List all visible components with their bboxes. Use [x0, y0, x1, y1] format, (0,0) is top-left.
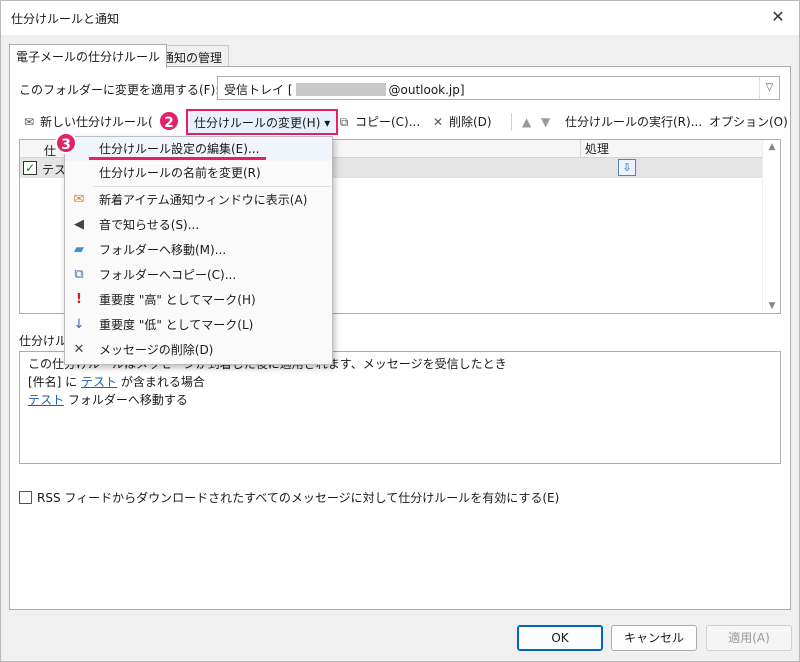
- delete-icon: ✕: [432, 115, 444, 129]
- description-line-3: テスト フォルダーへ移動する: [28, 393, 188, 407]
- rss-checkbox-label: RSS フィードからダウンロードされたすべてのメッセージに対して仕分けルールを有…: [37, 491, 560, 505]
- tab-email-rules[interactable]: 電子メールの仕分けルール: [9, 44, 168, 68]
- menu-item-delete-message[interactable]: ✕ メッセージの削除(D): [65, 338, 332, 362]
- rule-description-label: 仕分けル: [19, 334, 68, 348]
- close-icon[interactable]: ✕: [767, 6, 789, 28]
- copy-folder-icon: ⧉: [74, 267, 84, 282]
- target-folder-link[interactable]: テスト: [28, 393, 64, 407]
- step-badge-3: 3: [55, 132, 77, 154]
- ok-button[interactable]: OK: [517, 625, 603, 651]
- menu-item-play-sound[interactable]: ◀ 音で知らせる(S)...: [65, 213, 332, 237]
- rules-and-alerts-dialog: 仕分けルールと通知 ✕ 電子メールの仕分けルール 通知の管理 このフォルダーに変…: [0, 0, 800, 662]
- folder-select-value: 受信トレイ [@outlook.jp]: [224, 83, 465, 97]
- apply-folder-label: このフォルダーに変更を適用する(F):: [19, 83, 220, 97]
- menu-item-copy-to-folder[interactable]: ⧉ フォルダーへコピー(C)...: [65, 263, 332, 287]
- dropdown-arrow-icon: ▾: [324, 116, 331, 130]
- menu-item-rename-rule[interactable]: 仕分けルールの名前を変更(R): [65, 161, 332, 185]
- toolbar-divider: [511, 113, 512, 131]
- change-rule-button[interactable]: 仕分けルールの変更(H) ▾: [186, 109, 339, 135]
- rule-description-box: この仕分けルールはメッセージが到着した後に適用されます、メッセージを受信したとき…: [19, 351, 781, 464]
- delete-rule-button[interactable]: ✕ 削除(D): [430, 112, 492, 132]
- cancel-button[interactable]: キャンセル: [611, 625, 697, 651]
- column-actions[interactable]: 処理: [580, 140, 609, 158]
- menu-divider: [93, 186, 331, 187]
- folder-select[interactable]: 受信トレイ [@outlook.jp] ▽: [217, 76, 780, 100]
- rules-list-scrollbar[interactable]: ▲ ▼: [762, 140, 780, 313]
- menu-item-mark-high[interactable]: ! 重要度 "高" としてマーク(H): [65, 288, 332, 312]
- exclamation-icon: !: [76, 292, 82, 307]
- change-rule-menu: 仕分けルール設定の編集(E)... 仕分けルールの名前を変更(R) ✉ 新着アイテ…: [64, 136, 333, 365]
- new-rule-button[interactable]: ✉ 新しい仕分けルール(: [21, 112, 153, 132]
- move-to-folder-action-icon: ⇩: [618, 159, 636, 176]
- scroll-down-icon[interactable]: ▼: [763, 301, 781, 311]
- x-icon: ✕: [73, 342, 85, 357]
- subject-condition-link[interactable]: テスト: [81, 375, 117, 389]
- redacted-email: [295, 83, 386, 96]
- move-down-icon[interactable]: ▼: [541, 112, 550, 132]
- down-arrow-icon: ↓: [73, 317, 85, 332]
- title-bar: 仕分けルールと通知 ✕: [1, 1, 799, 35]
- highlight-underline: [89, 157, 266, 160]
- scroll-up-icon[interactable]: ▲: [763, 142, 781, 152]
- rules-toolbar: ✉ 新しい仕分けルール( 仕分けルールの変更(H) ▾ ⧉ コピー(C)... ✕ 削…: [19, 109, 789, 135]
- options-button[interactable]: オプション(O): [709, 112, 788, 132]
- apply-button[interactable]: 適用(A): [706, 625, 792, 651]
- rss-rules-checkbox[interactable]: RSS フィードからダウンロードされたすべてのメッセージに対して仕分けルールを有…: [19, 489, 559, 506]
- rule-name: テス: [42, 163, 67, 177]
- folder-icon: ▰: [74, 242, 84, 257]
- speaker-icon: ◀: [74, 217, 84, 232]
- menu-item-move-to-folder[interactable]: ▰ フォルダーへ移動(M)...: [65, 238, 332, 262]
- description-line-2: [件名] に テスト が含まれる場合: [28, 375, 205, 389]
- run-rules-button[interactable]: 仕分けルールの実行(R)...: [565, 112, 702, 132]
- new-rule-icon: ✉: [23, 115, 35, 129]
- menu-item-mark-low[interactable]: ↓ 重要度 "低" としてマーク(L): [65, 313, 332, 337]
- copy-rule-button[interactable]: ⧉ コピー(C)...: [336, 112, 420, 132]
- copy-icon: ⧉: [339, 115, 349, 129]
- chevron-down-icon[interactable]: ▽: [759, 77, 779, 99]
- step-badge-2: 2: [158, 110, 180, 132]
- window-title: 仕分けルールと通知: [11, 12, 120, 26]
- rss-checkbox-box[interactable]: [19, 491, 32, 504]
- rule-enabled-checkbox[interactable]: ✓: [23, 161, 37, 175]
- envelope-icon: ✉: [73, 192, 85, 207]
- menu-item-show-alert[interactable]: ✉ 新着アイテム通知ウィンドウに表示(A): [65, 188, 332, 212]
- move-up-icon[interactable]: ▲: [522, 112, 531, 132]
